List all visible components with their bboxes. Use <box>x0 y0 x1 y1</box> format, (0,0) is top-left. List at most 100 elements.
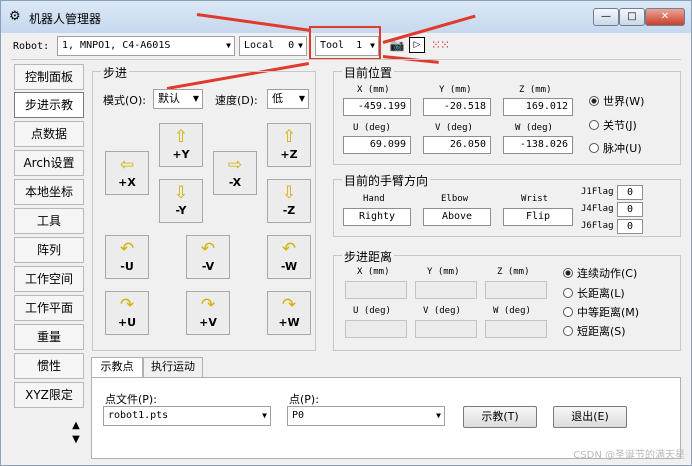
position-header-x: X (mm) <box>357 85 390 95</box>
window-title: 机器人管理器 <box>29 12 102 26</box>
position-header-v: V (deg) <box>435 123 473 133</box>
arm-header-hand: Hand <box>363 194 385 204</box>
position-v-value: 26.050 <box>423 136 491 154</box>
position-group-title: 目前位置 <box>342 64 395 81</box>
step-w-field[interactable] <box>485 320 547 338</box>
robot-manager-window: ⚙ 机器人管理器 — □ ✕ Robot: 1, MNPO1, C4-A601S… <box>0 0 692 466</box>
speed-select[interactable]: 低 ▼ <box>267 89 309 109</box>
radio-dot-icon <box>563 326 573 336</box>
j4flag-label: J4Flag <box>581 204 614 214</box>
jog-plus-v-button[interactable]: ↷ +V <box>186 291 230 335</box>
jog-minus-v-button[interactable]: ↶ -V <box>186 235 230 279</box>
close-button[interactable]: ✕ <box>645 8 685 26</box>
sidebar-item-weight[interactable]: 重量 <box>14 324 84 350</box>
sidebar-item-arch[interactable]: Arch设置 <box>14 150 84 176</box>
arrow-left-icon: ⇦ <box>119 155 135 175</box>
j6flag-label: J6Flag <box>581 221 614 231</box>
tab-execute-motion[interactable]: 执行运动 <box>143 357 203 377</box>
step-z-field[interactable] <box>485 281 547 299</box>
rotate-ccw-icon: ↶ <box>281 239 297 259</box>
scroll-up-icon[interactable]: ▲ <box>69 419 83 433</box>
position-header-y: Y (mm) <box>439 85 472 95</box>
tab-teach-point[interactable]: 示教点 <box>91 357 143 378</box>
watermark-text: CSDN @圣诞节的满天星 <box>573 450 685 461</box>
local-value: 0 <box>288 40 295 51</box>
radio-dot-icon <box>589 143 599 153</box>
step-x-field[interactable] <box>345 281 407 299</box>
jog-minus-y-button[interactable]: ⇩ -Y <box>159 179 203 223</box>
jog-plus-y-button[interactable]: ⇧ +Y <box>159 123 203 167</box>
sidebar-item-local[interactable]: 本地坐标 <box>14 179 84 205</box>
minimize-button[interactable]: — <box>593 8 619 26</box>
scroll-down-icon[interactable]: ▼ <box>69 433 83 447</box>
maximize-button[interactable]: □ <box>619 8 645 26</box>
step-medium-radio[interactable]: 中等距离(M) <box>563 304 639 320</box>
teach-button[interactable]: 示教(T) <box>463 406 537 428</box>
position-w-value: -138.026 <box>503 136 573 154</box>
terminal-icon[interactable]: ▷ <box>409 37 425 53</box>
arm-hand-value: Righty <box>343 208 411 226</box>
sidebar-item-jog-teach[interactable]: 步进示教 <box>14 92 84 118</box>
sidebar-item-point-data[interactable]: 点数据 <box>14 121 84 147</box>
chevron-down-icon: ▼ <box>192 94 199 103</box>
arm-wrist-value: Flip <box>503 208 573 226</box>
step-header-v: V (deg) <box>423 306 461 316</box>
position-y-value: -20.518 <box>423 98 491 116</box>
dots-grid-icon[interactable]: ⁙⁙ <box>431 37 450 53</box>
jog-plus-x-button[interactable]: ⇦ +X <box>105 151 149 195</box>
step-continuous-radio[interactable]: 连续动作(C) <box>563 265 637 281</box>
step-y-field[interactable] <box>415 281 477 299</box>
chevron-down-icon: ▼ <box>298 41 303 50</box>
jog-group-title: 步进 <box>101 64 130 81</box>
coord-mode-world-radio[interactable]: 世界(W) <box>589 93 644 109</box>
point-select[interactable]: P0 ▼ <box>287 406 445 426</box>
local-select[interactable]: Local 0 ▼ <box>239 36 307 56</box>
sidebar-item-tool[interactable]: 工具 <box>14 208 84 234</box>
jog-minus-z-button[interactable]: ⇩ -Z <box>267 179 311 223</box>
step-short-radio[interactable]: 短距离(S) <box>563 323 626 339</box>
coord-mode-joint-radio[interactable]: 关节(J) <box>589 117 637 133</box>
tool-highlight-box <box>309 26 381 60</box>
point-file-value: robot1.pts <box>108 410 169 421</box>
radio-dot-icon <box>563 307 573 317</box>
jog-plus-z-button[interactable]: ⇧ +Z <box>267 123 311 167</box>
sidebar-item-control-panel[interactable]: 控制面板 <box>14 64 84 90</box>
rotate-cw-icon: ↷ <box>200 295 216 315</box>
jog-minus-x-button[interactable]: ⇨ -X <box>213 151 257 195</box>
jog-plus-u-button[interactable]: ↷ +U <box>105 291 149 335</box>
radio-dot-icon <box>589 120 599 130</box>
point-label: 点(P): <box>289 393 319 406</box>
jog-plus-w-button[interactable]: ↷ +W <box>267 291 311 335</box>
robot-select-value: 1, MNPO1, C4-A601S <box>62 40 171 51</box>
arrow-right-icon: ⇨ <box>227 155 243 175</box>
toolbar-divider <box>11 59 681 60</box>
arrow-down-icon: ⇩ <box>281 183 297 203</box>
mode-select[interactable]: 默认 ▼ <box>153 89 203 109</box>
step-long-radio[interactable]: 长距离(L) <box>563 285 625 301</box>
robot-select[interactable]: 1, MNPO1, C4-A601S ▼ <box>57 36 235 56</box>
step-group-title: 步进距离 <box>342 248 395 265</box>
sidebar-item-inertia[interactable]: 惯性 <box>14 353 84 379</box>
robot-app-icon: ⚙ <box>9 9 21 24</box>
exit-button[interactable]: 退出(E) <box>553 406 627 428</box>
point-file-select[interactable]: robot1.pts ▼ <box>103 406 271 426</box>
position-header-u: U (deg) <box>353 123 391 133</box>
sidebar-item-xyz-limits[interactable]: XYZ限定 <box>14 382 84 408</box>
step-v-field[interactable] <box>415 320 477 338</box>
jog-minus-w-button[interactable]: ↶ -W <box>267 235 311 279</box>
arrow-down-icon: ⇩ <box>173 183 189 203</box>
sidebar-item-workspace[interactable]: 工作空间 <box>14 266 84 292</box>
position-x-value: -459.199 <box>343 98 411 116</box>
jog-minus-u-button[interactable]: ↶ -U <box>105 235 149 279</box>
position-header-w: W (deg) <box>515 123 553 133</box>
sidebar-item-array[interactable]: 阵列 <box>14 237 84 263</box>
rotate-cw-icon: ↷ <box>119 295 135 315</box>
radio-dot-icon <box>563 268 573 278</box>
j1flag-label: J1Flag <box>581 187 614 197</box>
sidebar-item-work-plane[interactable]: 工作平面 <box>14 295 84 321</box>
teach-tabstrip: 示教点 执行运动 <box>91 357 681 378</box>
step-u-field[interactable] <box>345 320 407 338</box>
position-header-z: Z (mm) <box>519 85 552 95</box>
coord-mode-pulse-radio[interactable]: 脉冲(U) <box>589 140 642 156</box>
j6flag-value: 0 <box>617 219 643 234</box>
